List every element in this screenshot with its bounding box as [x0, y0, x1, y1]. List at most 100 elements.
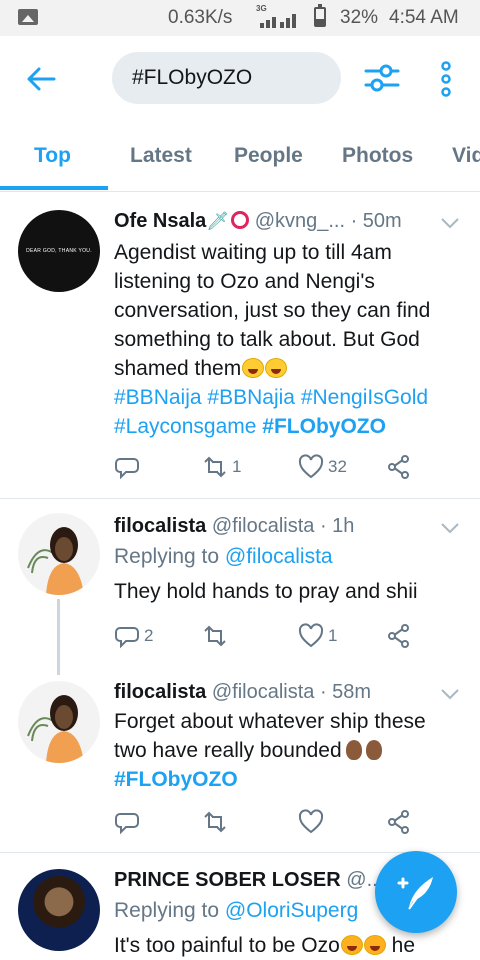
- reply-button[interactable]: 2: [114, 623, 153, 649]
- like-count: 32: [328, 457, 347, 476]
- retweet-count: 1: [232, 457, 242, 476]
- reply-icon: [115, 458, 139, 480]
- signal-icon: [258, 12, 302, 28]
- hashtag-link[interactable]: #FLObyOZO: [262, 415, 386, 438]
- ok-hand-emoji-icon: [345, 740, 362, 760]
- reply-button[interactable]: [114, 454, 140, 480]
- back-arrow-icon[interactable]: [24, 62, 58, 96]
- share-icon: [388, 810, 409, 834]
- tweet-text: They hold hands to pray and shii: [114, 580, 418, 603]
- search-input[interactable]: [112, 52, 341, 104]
- more-options-icon[interactable]: [436, 60, 456, 98]
- battery-icon: [314, 4, 326, 27]
- tweet-time: · 1h: [319, 515, 355, 537]
- network-speed: 0.63K/s: [168, 7, 233, 28]
- ok-hand-emoji-icon: [365, 740, 382, 760]
- chevron-down-icon[interactable]: [440, 216, 460, 230]
- author-handle[interactable]: @filocalista: [212, 515, 315, 537]
- tweet[interactable]: filocalista @filocalista · 58m Forget ab…: [0, 675, 480, 852]
- active-tab-indicator: [0, 186, 108, 190]
- hashtag-link[interactable]: #Layconsgame: [114, 415, 256, 438]
- tweet-header: PRINCE SOBER LOSER @...: [114, 869, 383, 892]
- sad-face-emoji-icon: [363, 935, 386, 955]
- like-button[interactable]: 1: [298, 623, 337, 649]
- hashtag-link[interactable]: #BBNajia: [207, 386, 295, 409]
- grin-emoji-icon: [242, 358, 265, 378]
- hashtag-link[interactable]: #FLObyOZO: [114, 768, 238, 791]
- tweet-text: It's too painful to be Ozo he: [114, 934, 416, 957]
- woman-illustration-icon: [27, 695, 84, 763]
- retweet-button[interactable]: [202, 623, 228, 649]
- retweet-button[interactable]: 1: [202, 454, 241, 480]
- tweet-time: · 58m: [319, 681, 372, 703]
- chevron-down-icon[interactable]: [440, 687, 460, 701]
- author-name[interactable]: Ofe Nsala: [114, 210, 206, 232]
- tab-latest[interactable]: Latest: [130, 144, 192, 168]
- tweet-actions: [114, 809, 454, 837]
- like-button[interactable]: 32: [298, 454, 347, 480]
- reply-icon: [115, 813, 139, 835]
- retweet-icon: [204, 811, 226, 833]
- heart-icon: [298, 809, 324, 834]
- search-tabs: Top Latest People Photos Vid: [0, 120, 480, 192]
- reply-button[interactable]: [114, 809, 140, 835]
- hashtag-link[interactable]: #BBNaija: [114, 386, 202, 409]
- woman-illustration-icon: [27, 527, 84, 595]
- share-icon: [388, 455, 409, 479]
- compose-tweet-button[interactable]: [375, 851, 457, 933]
- share-button[interactable]: [386, 454, 412, 480]
- reply-icon: [115, 627, 139, 649]
- avatar[interactable]: [18, 681, 100, 763]
- heart-icon: [298, 454, 324, 479]
- share-button[interactable]: [386, 623, 412, 649]
- thread-line: [57, 599, 60, 675]
- avatar[interactable]: [18, 513, 100, 595]
- author-name[interactable]: PRINCE SOBER LOSER: [114, 869, 341, 891]
- chevron-down-icon[interactable]: [440, 521, 460, 535]
- tweet-header: Ofe Nsala🗡 @kvng_... · 50m: [114, 210, 402, 233]
- clock: 4:54 AM: [389, 7, 459, 28]
- tweet-text: Forget about whatever ship these two hav…: [114, 710, 426, 791]
- tweet-actions: 2 1: [114, 623, 454, 651]
- author-name[interactable]: filocalista: [114, 681, 206, 703]
- retweet-button[interactable]: [202, 809, 228, 835]
- like-count: 1: [328, 626, 338, 645]
- share-button[interactable]: [386, 809, 412, 835]
- sad-face-emoji-icon: [340, 935, 363, 955]
- search-header: [0, 36, 480, 120]
- retweet-icon: [204, 625, 226, 647]
- red-circle-icon: [231, 211, 250, 229]
- tweet-header: filocalista @filocalista · 58m: [114, 681, 371, 704]
- battery-percent: 32%: [340, 7, 379, 28]
- like-button[interactable]: [298, 809, 324, 835]
- reply-count: 2: [144, 626, 154, 645]
- tab-people[interactable]: People: [234, 144, 303, 168]
- filter-icon[interactable]: [364, 60, 400, 96]
- knife-emoji-icon: 🗡: [206, 211, 230, 231]
- replying-to: Replying to @filocalista: [114, 545, 333, 568]
- tab-photos[interactable]: Photos: [342, 144, 413, 168]
- tweet[interactable]: DEAR GOD, THANK YOU. Ofe Nsala🗡 @kvng_..…: [0, 192, 480, 498]
- tab-top[interactable]: Top: [34, 144, 71, 168]
- hashtag-link[interactable]: #NengiIsGold: [301, 386, 428, 409]
- status-bar: 0.63K/s 3G 32% 4:54 AM: [0, 0, 480, 36]
- retweet-icon: [204, 456, 226, 478]
- mention-link[interactable]: @OloriSuperg: [225, 899, 358, 922]
- gallery-notification-icon: [18, 9, 38, 25]
- tweet[interactable]: filocalista @filocalista · 1h Replying t…: [0, 499, 480, 675]
- author-name[interactable]: filocalista: [114, 515, 206, 537]
- tweet-actions: 1 32: [114, 454, 454, 482]
- share-icon: [388, 624, 409, 648]
- heart-icon: [298, 623, 324, 648]
- author-handle[interactable]: @kvng_...: [255, 210, 345, 232]
- tab-videos[interactable]: Vid: [452, 144, 480, 168]
- avatar[interactable]: [18, 869, 100, 951]
- tweet-text: Agendist waiting up to till 4am listenin…: [114, 241, 431, 438]
- author-handle[interactable]: @filocalista: [212, 681, 315, 703]
- avatar[interactable]: DEAR GOD, THANK YOU.: [18, 210, 100, 292]
- replying-to: Replying to @OloriSuperg: [114, 899, 359, 922]
- compose-feather-icon: [397, 877, 433, 910]
- mention-link[interactable]: @filocalista: [225, 545, 333, 568]
- tweet-header: filocalista @filocalista · 1h: [114, 515, 354, 538]
- tweet-time: · 50m: [350, 210, 402, 232]
